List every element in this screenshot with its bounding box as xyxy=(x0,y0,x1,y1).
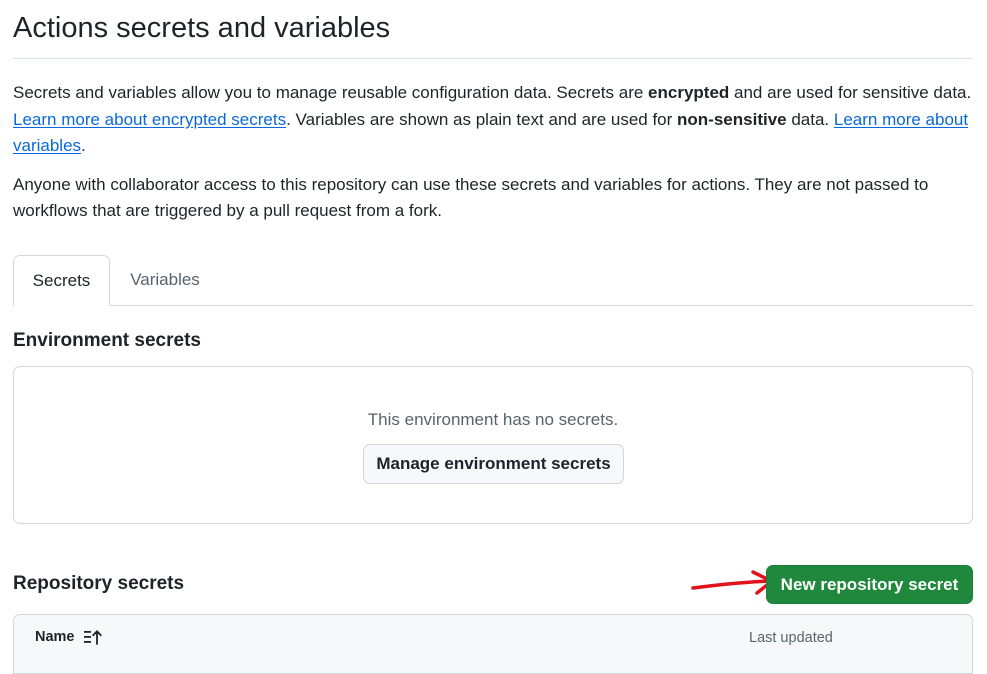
secrets-variables-tabs: Secrets Variables xyxy=(13,254,973,306)
manage-environment-secrets-button[interactable]: Manage environment secrets xyxy=(363,444,624,484)
new-repository-secret-button[interactable]: New repository secret xyxy=(766,565,973,604)
sort-ascending-icon xyxy=(83,630,102,645)
description-text: data. xyxy=(786,109,834,129)
settings-page: Actions secrets and variables Secrets an… xyxy=(13,0,973,306)
environment-secrets-panel: This environment has no secrets. Manage … xyxy=(13,366,973,524)
page-title: Actions secrets and variables xyxy=(13,12,391,44)
tab-secrets[interactable]: Secrets xyxy=(13,254,110,306)
description-paragraph: Secrets and variables allow you to manag… xyxy=(13,80,973,160)
empty-state-text: This environment has no secrets. xyxy=(367,410,619,429)
description-text: . Variables are shown as plain text and … xyxy=(286,109,678,129)
tab-variables[interactable]: Variables xyxy=(110,255,220,305)
description-text: and are used for sensitive data. xyxy=(729,83,972,102)
name-column-header[interactable]: Name xyxy=(35,629,103,645)
description-text: Secrets and variables allow you to manag… xyxy=(13,83,649,102)
encrypted-secrets-link[interactable]: Learn more about encrypted secrets xyxy=(13,110,286,129)
non-sensitive-emphasis: non-sensitive xyxy=(677,109,787,129)
description-text: . xyxy=(81,136,86,155)
last-updated-column-header: Last updated xyxy=(749,630,833,646)
secrets-table-header: Name Last updated xyxy=(13,614,973,674)
repository-secrets-heading: Repository secrets xyxy=(13,573,185,594)
name-column-label: Name xyxy=(35,629,75,645)
environment-secrets-heading: Environment secrets xyxy=(13,330,201,351)
access-note: Anyone with collaborator access to this … xyxy=(13,174,929,221)
encrypted-emphasis: encrypted xyxy=(648,83,730,102)
title-bar: Actions secrets and variables xyxy=(13,0,973,59)
